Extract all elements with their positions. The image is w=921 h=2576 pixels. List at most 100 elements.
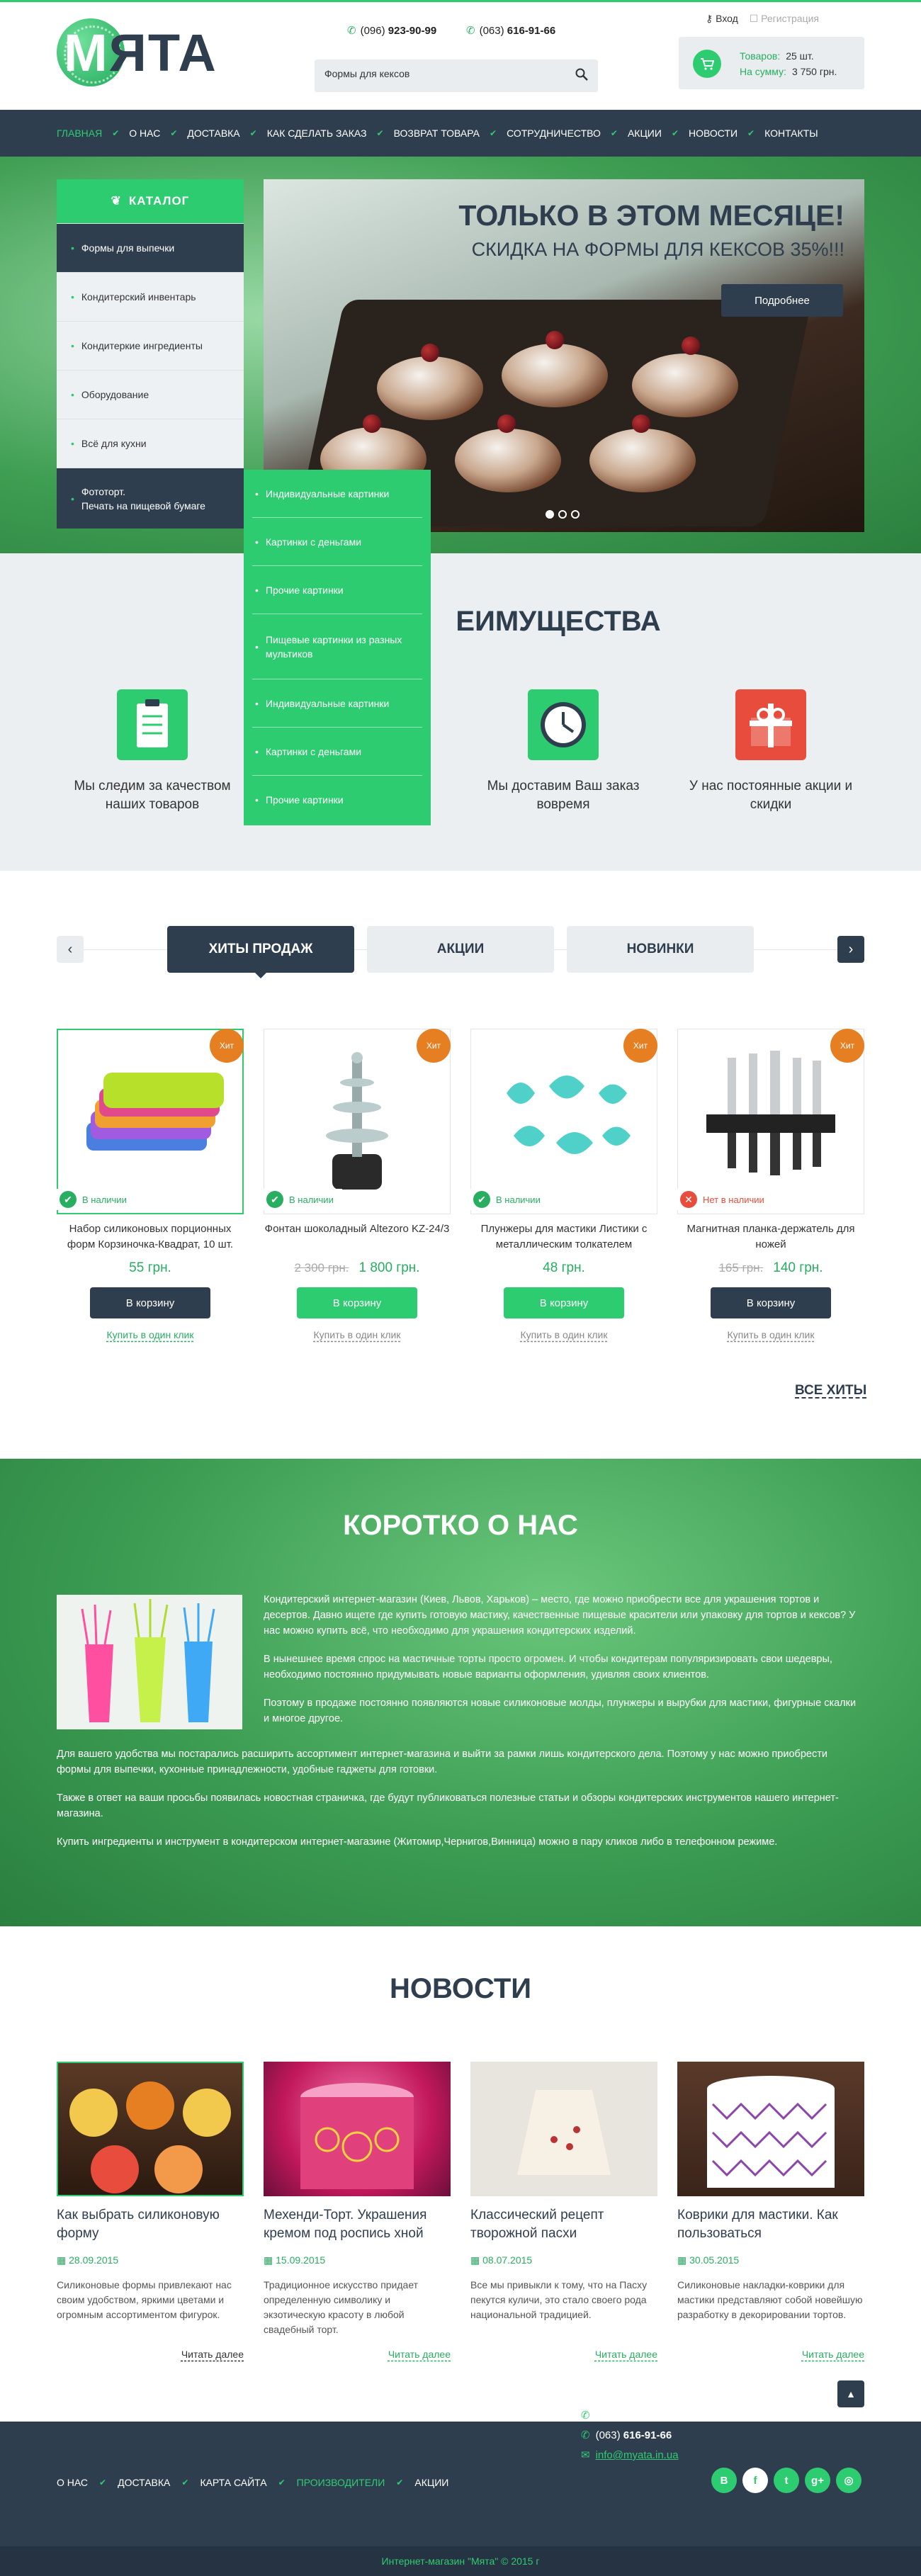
register-link[interactable]: Регистрация (761, 13, 819, 24)
footer-link-delivery[interactable]: ДОСТАВКА (118, 2477, 170, 2488)
footer-link-sitemap[interactable]: КАРТА САЙТА (200, 2477, 266, 2488)
catalog-item-ingredients[interactable]: Кондитеркие ингредиенты (57, 321, 244, 370)
tab-bestsellers[interactable]: ХИТЫ ПРОДАЖ (167, 926, 354, 973)
slider-dot[interactable] (546, 510, 554, 519)
news-excerpt: Силиконовые формы привлекают нас своим у… (57, 2279, 232, 2320)
buy-one-click-link[interactable]: Купить в один клик (677, 1329, 864, 1340)
nav-item-returns[interactable]: ВОЗВРАТ ТОВАРА (394, 128, 480, 139)
nav-item-cooperation[interactable]: СОТРУДНИЧЕСТВО (507, 128, 601, 139)
buy-one-click-link[interactable]: Купить в один клик (470, 1329, 657, 1340)
advantage-discounts: У нас постоянные акции и скидки (689, 779, 853, 812)
news-image[interactable] (57, 2062, 244, 2196)
leaf-icon: ✔ (181, 2478, 189, 2487)
logo[interactable]: МЯТА (57, 16, 241, 94)
read-more-link[interactable]: Читать далее (181, 2349, 244, 2360)
hit-badge: Хит (417, 1029, 451, 1063)
about-section: КОРОТКО О НАС Кондитерский интернет-мага… (0, 1459, 921, 1926)
submenu-item[interactable]: Индивидуальные картинки (252, 470, 422, 518)
search-icon[interactable] (575, 68, 588, 81)
footer-link-manufacturers[interactable]: ПРОИЗВОДИТЕЛИ (297, 2477, 385, 2488)
footer-link-promotions[interactable]: АКЦИИ (414, 2477, 448, 2488)
read-more-link[interactable]: Читать далее (388, 2349, 451, 2360)
product-name[interactable]: Фонтан шоколадный Altezoro KZ-24/3 (264, 1221, 451, 1237)
nav-item-about[interactable]: О НАС (129, 128, 160, 139)
add-to-cart-button[interactable]: В корзину (297, 1287, 417, 1318)
news-image[interactable] (264, 2062, 451, 2196)
header-phone-2[interactable]: ✆ (063) 616-91-66 (466, 24, 555, 37)
add-to-cart-button[interactable]: В корзину (711, 1287, 831, 1318)
submenu-item[interactable]: Картинки с деньгами (252, 518, 422, 566)
product-card: Хит ✕ Нет в наличии Магнитная планка-держ… (677, 1029, 864, 1362)
nav-item-promotions[interactable]: АКЦИИ (628, 128, 662, 139)
catalog-header[interactable]: ❦ КАТАЛОГ (57, 179, 244, 223)
buy-one-click-link[interactable]: Купить в один клик (57, 1329, 244, 1340)
submenu-item[interactable]: Картинки с деньгами (252, 728, 422, 776)
news-date: ▦ 30.05.2015 (677, 2254, 740, 2266)
user-icon: ☐ (749, 13, 759, 24)
nav-separator-leaf-icon: ✔ (112, 128, 120, 138)
calendar-icon: ▦ (677, 2254, 687, 2266)
footer-email[interactable]: ✉ info@myata.in.ua (581, 2446, 679, 2465)
active-tab-pointer (254, 971, 268, 978)
google-plus-icon[interactable]: g+ (805, 2468, 830, 2493)
slider-dot[interactable] (558, 510, 567, 519)
nav-item-delivery[interactable]: ДОСТАВКА (187, 128, 239, 139)
cart-widget[interactable]: Товаров: 25 шт. На сумму: 3 750 грн. (679, 37, 864, 89)
news-headline[interactable]: Классический рецепт творожной пасхи (470, 2206, 657, 2243)
catalog-item-equipment[interactable]: Оборудование (57, 370, 244, 419)
nav-separator-leaf-icon: ✔ (747, 128, 755, 138)
product-name[interactable]: Набор силиконовых порционных форм Корзин… (57, 1221, 244, 1253)
news-headline[interactable]: Мехенди-Торт. Украшения кремом под роспи… (264, 2206, 451, 2243)
product-name[interactable]: Магнитная планка-держатель для ножей (677, 1221, 864, 1253)
logo-text: МЯТА (64, 23, 217, 82)
news-headline[interactable]: Коврики для мастики. Как пользоваться (677, 2206, 864, 2243)
submenu-item[interactable]: Пищевые картинки из разных мультиков (252, 614, 422, 679)
submenu-item[interactable]: Прочие картинки (252, 776, 422, 824)
footer-phone-1[interactable]: ✆ (096) 923-90-99 (581, 2406, 679, 2426)
leaf-icon: ✔ (396, 2478, 404, 2487)
slide-more-button[interactable]: Подробнее (721, 284, 843, 317)
header-phone-1[interactable]: ✆ (096) 923-90-99 (347, 24, 436, 37)
nav-item-news[interactable]: НОВОСТИ (689, 128, 738, 139)
nav-item-contacts[interactable]: КОНТАКТЫ (764, 128, 818, 139)
top-accent-line (0, 0, 921, 2)
catalog-item-inventory[interactable]: Кондитерский инвентарь (57, 272, 244, 321)
product-name[interactable]: Плунжеры для мастики Листики с металличе… (470, 1221, 657, 1253)
tabs-prev-arrow-icon[interactable]: ‹ (57, 936, 84, 963)
footer-link-about[interactable]: О НАС (57, 2477, 88, 2488)
footer-phone-2[interactable]: ✆ (063) 616-91-66 (581, 2426, 679, 2446)
buy-one-click-link[interactable]: Купить в один клик (264, 1329, 451, 1340)
add-to-cart-button[interactable]: В корзину (504, 1287, 624, 1318)
news-image[interactable] (470, 2062, 657, 2196)
submenu-item[interactable]: Индивидуальные картинки (252, 679, 422, 728)
tab-promotions[interactable]: АКЦИИ (367, 926, 554, 973)
facebook-icon[interactable]: f (742, 2468, 768, 2493)
tabs-next-arrow-icon[interactable]: › (837, 936, 864, 963)
login-link[interactable]: Вход (716, 13, 738, 24)
news-image[interactable] (677, 2062, 864, 2196)
all-hits-link[interactable]: ВСЕ ХИТЫ (795, 1383, 866, 1399)
hit-badge: Хит (210, 1029, 244, 1063)
submenu-item[interactable]: Прочие картинки (252, 566, 422, 614)
nav-item-home[interactable]: ГЛАВНАЯ (57, 128, 102, 139)
search-input[interactable] (324, 68, 565, 79)
instagram-icon[interactable]: ◎ (836, 2468, 861, 2493)
advantage-quality: Мы следим за качеством наших товаров (74, 779, 231, 812)
read-more-link[interactable]: Читать далее (802, 2349, 864, 2360)
read-more-link[interactable]: Читать далее (595, 2349, 657, 2360)
catalog-item-baking-forms[interactable]: Формы для выпечки (57, 223, 244, 272)
tab-new[interactable]: НОВИНКИ (567, 926, 754, 973)
catalog-item-kitchen[interactable]: Всё для кухни (57, 419, 244, 468)
catalog-item-photo-cake[interactable]: Фототорт.Печать на пищевой бумаге (57, 468, 244, 529)
nav-item-how-to-order[interactable]: КАК СДЕЛАТЬ ЗАКАЗ (267, 128, 367, 139)
slider-dot[interactable] (571, 510, 580, 519)
vk-icon[interactable]: B (711, 2468, 737, 2493)
clipboard-icon (117, 689, 188, 760)
twitter-icon[interactable]: t (774, 2468, 799, 2493)
product-card: Хит ✔ В наличии Фонтан шоколадный Altezor… (264, 1029, 451, 1362)
scroll-to-top-arrow-icon[interactable]: ▲ (837, 2380, 864, 2407)
news-date: ▦ 08.07.2015 (470, 2254, 533, 2266)
stock-status: ✕ Нет в наличии (677, 1189, 773, 1210)
add-to-cart-button[interactable]: В корзину (90, 1287, 210, 1318)
news-headline[interactable]: Как выбрать силиконовую форму (57, 2206, 244, 2243)
